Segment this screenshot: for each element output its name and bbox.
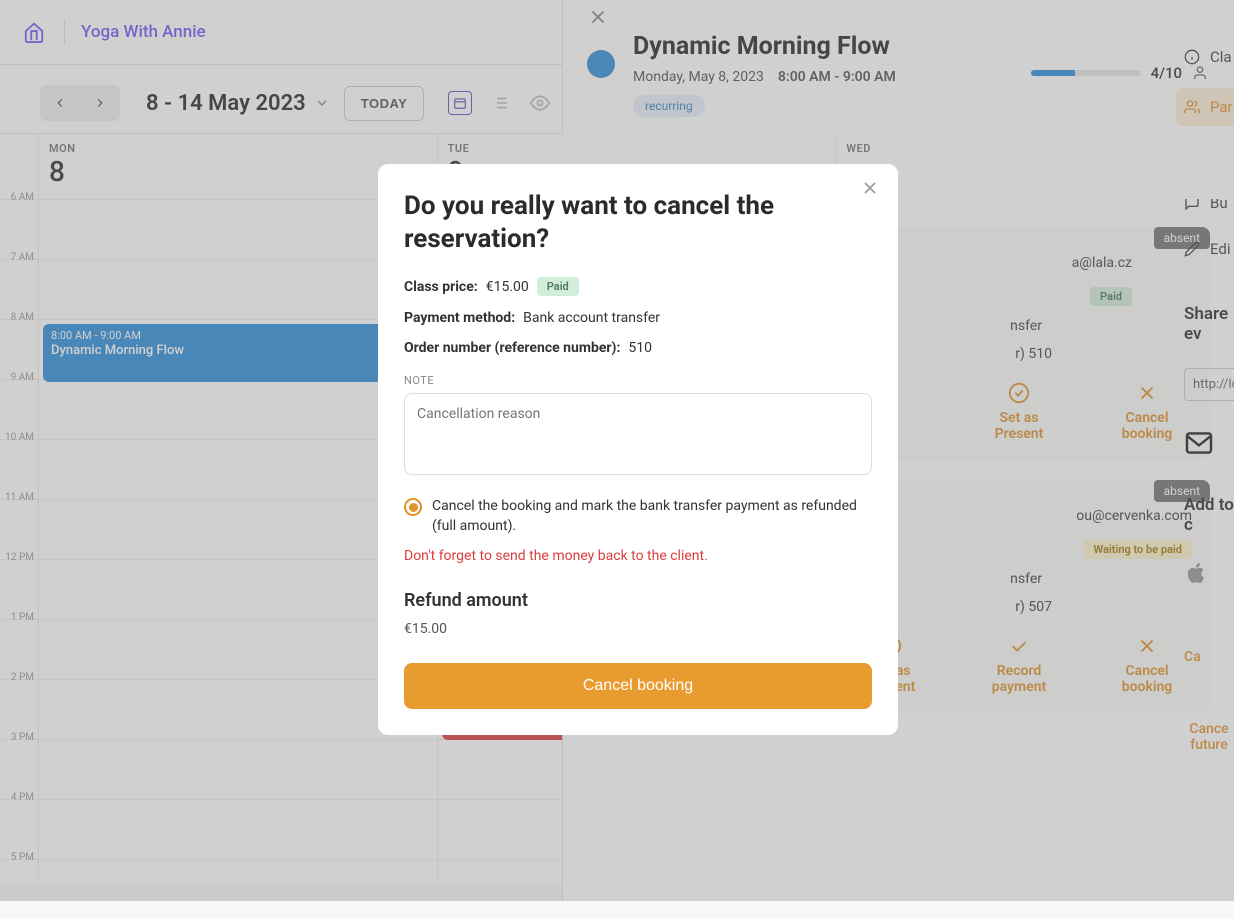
note-label: NOTE bbox=[404, 374, 872, 387]
modal-title: Do you really want to cancel the reserva… bbox=[404, 190, 872, 255]
price-value: €15.00 bbox=[486, 279, 529, 295]
radio-icon bbox=[404, 498, 422, 516]
radio-label: Cancel the booking and mark the bank tra… bbox=[432, 497, 872, 536]
cancel-booking-submit-button[interactable]: Cancel booking bbox=[404, 663, 872, 709]
order-number-label: Order number (reference number): bbox=[404, 340, 620, 356]
refund-warning: Don't forget to send the money back to t… bbox=[404, 548, 872, 564]
cancellation-reason-input[interactable] bbox=[404, 393, 872, 475]
cancel-reservation-modal: Do you really want to cancel the reserva… bbox=[378, 164, 898, 735]
payment-method-label: Payment method: bbox=[404, 310, 515, 326]
price-label: Class price: bbox=[404, 279, 478, 295]
order-number-value: 510 bbox=[628, 340, 652, 356]
refund-amount-value: €15.00 bbox=[404, 621, 872, 637]
refund-radio-option[interactable]: Cancel the booking and mark the bank tra… bbox=[404, 497, 872, 536]
refund-amount-heading: Refund amount bbox=[404, 590, 872, 611]
paid-badge: Paid bbox=[537, 277, 579, 296]
payment-method-value: Bank account transfer bbox=[523, 310, 660, 326]
modal-close-button[interactable] bbox=[860, 178, 880, 203]
